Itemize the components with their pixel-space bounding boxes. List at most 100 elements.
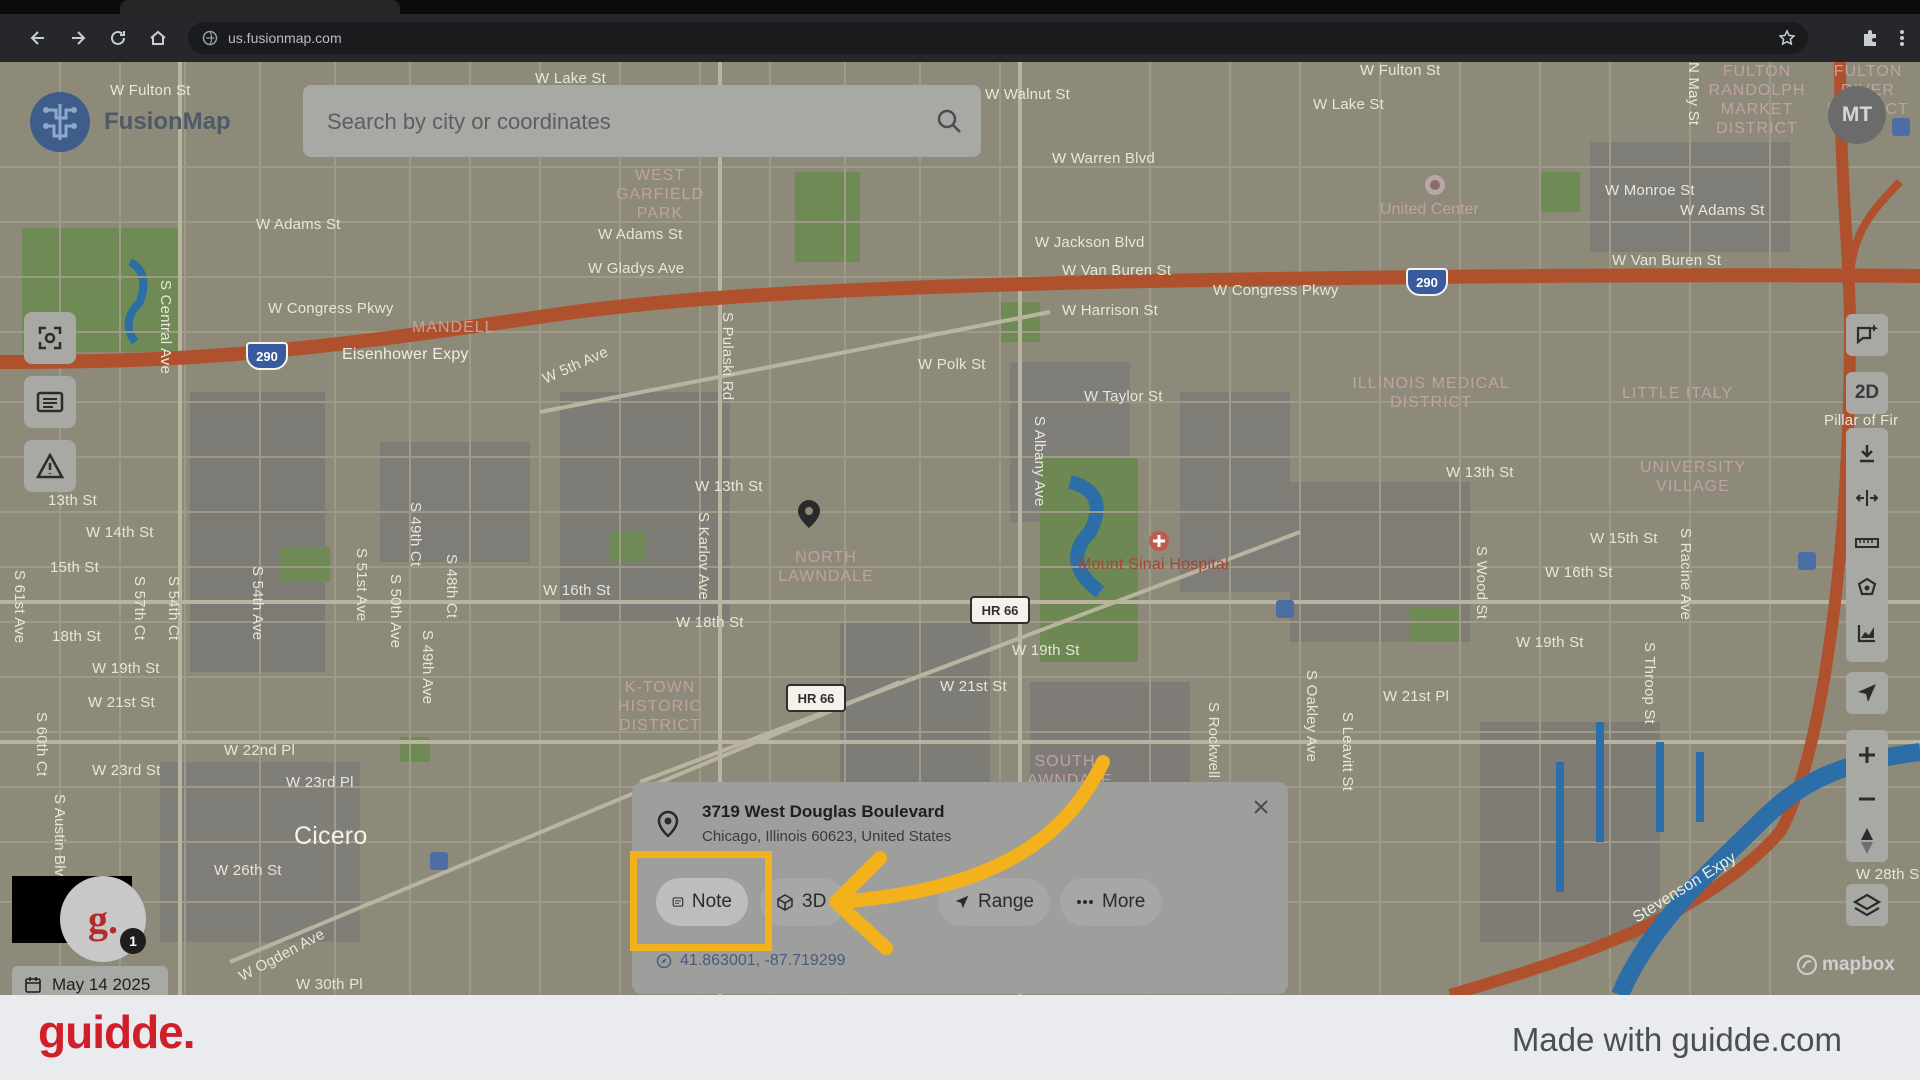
ruler-button[interactable]: [1846, 522, 1888, 564]
street-label: S 54th Ct: [165, 576, 182, 641]
street-label: W 18th St: [676, 614, 744, 631]
notes-list-button[interactable]: [24, 376, 76, 428]
street-label: W 21st St: [88, 694, 155, 711]
extensions-icon[interactable]: [1856, 24, 1884, 52]
range-button[interactable]: Range: [938, 878, 1050, 926]
calendar-icon: [25, 977, 41, 993]
zoom-out-button[interactable]: [1846, 778, 1888, 820]
street-label: W Adams St: [256, 216, 341, 233]
street-label: W Monroe St: [1605, 182, 1695, 199]
street-label: S 61st Ave: [11, 570, 28, 644]
coordinates-link[interactable]: 41.863001, -87.719299: [656, 952, 845, 970]
fusionmap-logo[interactable]: FusionMap: [24, 86, 231, 158]
street-label: W 16th St: [543, 582, 611, 599]
street-label: S 57th Ct: [131, 576, 148, 641]
compass-button[interactable]: [1846, 820, 1888, 862]
mapbox-logo-icon: [1797, 955, 1817, 975]
street-label: S Central Ave: [157, 280, 174, 375]
street-label: W Van Buren St: [1612, 252, 1722, 269]
elevation-chart-button[interactable]: [1846, 612, 1888, 654]
search-box[interactable]: Search by city or coordinates: [303, 85, 981, 157]
user-avatar[interactable]: MT: [1828, 86, 1886, 144]
home-icon[interactable]: [144, 24, 172, 52]
view-3d-label: 3D: [802, 891, 827, 912]
interstate-shield: 290: [246, 342, 288, 370]
location-pin-icon[interactable]: [795, 498, 823, 530]
street-label: W Fulton St: [1360, 62, 1441, 79]
hospital-poi-icon[interactable]: [1148, 530, 1170, 552]
search-icon[interactable]: [935, 107, 963, 135]
street-label: 15th St: [50, 559, 99, 576]
browser-tab-active[interactable]: [120, 0, 400, 14]
street-label: W Adams St: [598, 226, 683, 243]
street-label: W 23rd St: [92, 762, 161, 779]
download-button[interactable]: [1846, 432, 1888, 474]
transit-icon: [1276, 600, 1294, 618]
plus-icon: [1859, 747, 1875, 763]
chart-icon: [1857, 625, 1875, 643]
address-title: 3719 West Douglas Boulevard: [702, 802, 945, 821]
url-text: us.fusionmap.com: [228, 30, 342, 46]
street-label: S Karlov Ave: [695, 512, 712, 601]
street-label: S Austin Blvd: [51, 794, 68, 885]
reload-icon[interactable]: [104, 24, 132, 52]
street-label: S Albany Ave: [1031, 416, 1048, 507]
bookmark-star-icon[interactable]: [1778, 29, 1796, 47]
alerts-button[interactable]: [24, 440, 76, 492]
street-label: W 21st Pl: [1383, 688, 1449, 705]
ai-assist-button[interactable]: [1846, 314, 1888, 356]
logo-text: FusionMap: [104, 108, 231, 135]
interstate-shield: 290: [1406, 268, 1448, 296]
expressway-label: Eisenhower Expy: [342, 346, 469, 363]
street-label: S 54th Ave: [249, 566, 266, 641]
measure-distance-button[interactable]: [1846, 477, 1888, 519]
street-label: W Jackson Blvd: [1035, 234, 1145, 251]
locate-me-button[interactable]: [1846, 672, 1888, 714]
view-3d-button[interactable]: 3D: [760, 878, 846, 926]
mapbox-attribution[interactable]: mapbox: [1796, 954, 1895, 976]
city-label: Cicero: [294, 822, 368, 850]
area-label: FULTON RANDOLPH MARKET DISTRICT: [1708, 63, 1806, 137]
street-label: 13th St: [48, 492, 97, 509]
split-arrows-icon: [1855, 490, 1879, 506]
back-icon[interactable]: [24, 24, 52, 52]
area-label: WEST GARFIELD PARK: [615, 167, 704, 222]
address-bar[interactable]: us.fusionmap.com: [188, 22, 1808, 54]
layers-button[interactable]: [1846, 884, 1888, 926]
street-label: S 48th Ct: [443, 554, 460, 619]
minus-icon: [1859, 797, 1875, 801]
street-label: W 22nd Pl: [224, 742, 295, 759]
street-label: S Leavitt St: [1339, 712, 1356, 792]
zoom-in-button[interactable]: [1846, 734, 1888, 776]
street-label: W 19th St: [1012, 642, 1080, 659]
browser-menu-icon[interactable]: [1888, 24, 1916, 52]
street-label: Pillar of Fir: [1824, 412, 1899, 429]
site-info-icon[interactable]: [202, 30, 218, 46]
street-label: W 19th St: [92, 660, 160, 677]
transit-icon: [430, 852, 448, 870]
search-input[interactable]: Search by city or coordinates: [327, 109, 611, 135]
street-label: W Van Buren St: [1062, 262, 1172, 279]
range-label: Range: [978, 891, 1034, 912]
guidde-brand[interactable]: guidde.: [38, 1005, 196, 1059]
transit-icon: [1798, 552, 1816, 570]
forward-icon[interactable]: [64, 24, 92, 52]
close-icon[interactable]: [1252, 798, 1270, 816]
stadium-poi-icon[interactable]: [1424, 174, 1446, 196]
mapbox-text: mapbox: [1822, 954, 1895, 975]
more-dots-icon: [1077, 900, 1093, 904]
street-label: S Wood St: [1473, 546, 1490, 620]
view-mode-toggle[interactable]: 2D: [1846, 372, 1888, 414]
street-label: S 49th Ave: [419, 630, 436, 705]
brain-logo-icon: [30, 92, 90, 152]
navigation-arrow-icon: [1858, 684, 1876, 702]
more-button[interactable]: More: [1060, 878, 1162, 926]
draw-polygon-button[interactable]: [1846, 567, 1888, 609]
area-label: LITTLE ITALY: [1622, 385, 1733, 402]
street-label: W 13th St: [695, 478, 763, 495]
scan-area-button[interactable]: [24, 312, 76, 364]
area-label: MANDELL: [412, 319, 495, 336]
street-label: W 14th St: [86, 524, 154, 541]
cube-icon: [777, 894, 793, 911]
street-label: W Taylor St: [1084, 388, 1163, 405]
